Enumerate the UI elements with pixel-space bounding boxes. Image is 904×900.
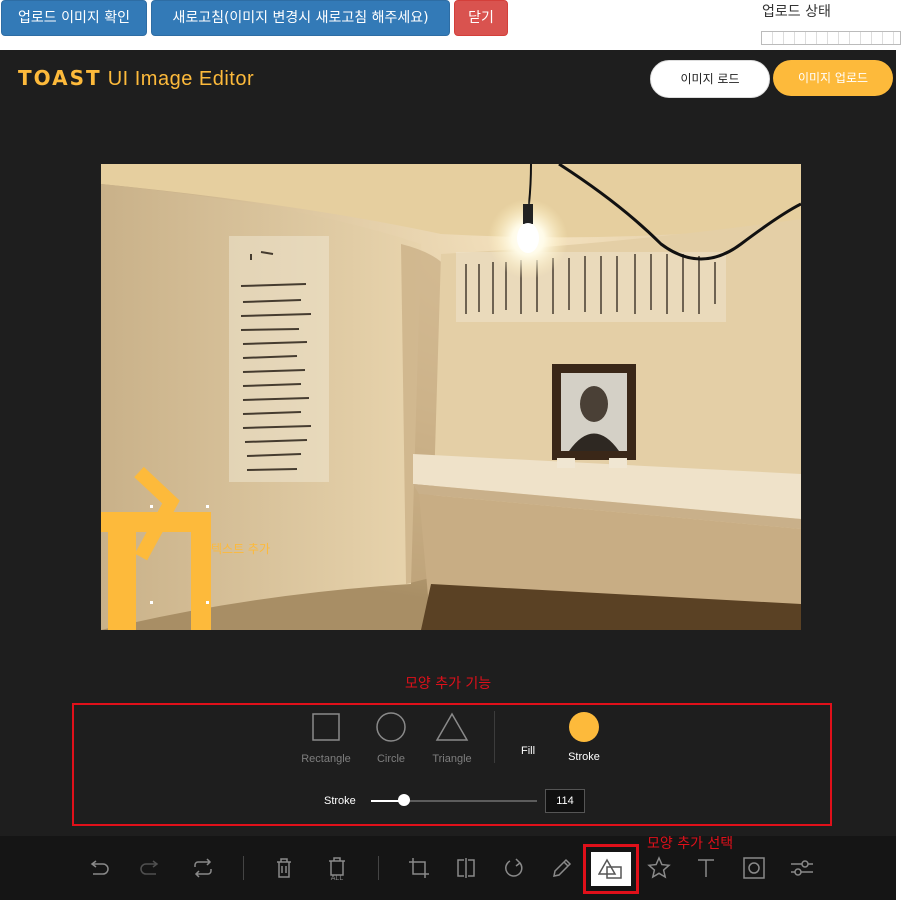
text-icon (698, 859, 714, 877)
toolbar-divider (243, 856, 244, 880)
shape-rectangle-button[interactable]: Rectangle (291, 711, 361, 765)
rotate-button[interactable] (498, 852, 530, 884)
image-editor: TOAST UI Image Editor 이미지 로드 이미지 업로드 텍스트… (0, 50, 896, 900)
svg-text:ALL: ALL (331, 875, 344, 881)
redo-icon (140, 860, 159, 875)
stroke-width-label: Stroke (324, 795, 356, 807)
stroke-color-picker[interactable]: Stroke (568, 711, 600, 763)
stroke-width-input[interactable]: 114 (545, 789, 585, 813)
shape-feature-label: 모양 추가 기능 (405, 676, 492, 692)
stroke-width-slider[interactable] (371, 800, 537, 802)
toolbar-divider (378, 856, 379, 880)
filter-button[interactable] (786, 852, 818, 884)
fill-color-picker[interactable]: Fill (521, 745, 535, 757)
undo-button[interactable] (83, 852, 115, 884)
crop-icon (409, 858, 429, 878)
shape-triangle-button[interactable]: Triangle (417, 711, 487, 765)
stroke-label: Stroke (568, 751, 600, 763)
divider (494, 711, 495, 763)
room-photo (101, 164, 801, 630)
undo-icon (90, 860, 109, 875)
circle-label: Circle (376, 753, 406, 765)
text-button[interactable] (690, 852, 722, 884)
delete-button[interactable] (268, 852, 300, 884)
redo-button[interactable] (134, 852, 166, 884)
shape-circle-button[interactable]: Circle (356, 711, 426, 765)
flip-icon (457, 858, 475, 878)
reset-icon (194, 858, 212, 878)
selection-handle[interactable] (150, 505, 153, 508)
check-uploaded-image-button[interactable]: 업로드 이미지 확인 (1, 0, 147, 36)
fill-label: Fill (521, 745, 536, 757)
stroke-color-swatch (569, 712, 599, 742)
upload-status-label: 업로드 상태 (762, 4, 831, 20)
selection-handle[interactable] (206, 601, 209, 604)
shape-tool-active (591, 852, 631, 886)
draw-icon (553, 858, 572, 877)
upload-progress-bar (761, 31, 901, 45)
delete-icon (277, 858, 291, 878)
slider-thumb[interactable] (398, 794, 410, 806)
draw-button[interactable] (546, 852, 578, 884)
circle-icon (376, 712, 406, 742)
star-icon (647, 856, 671, 879)
image-canvas[interactable]: 텍스트 추가 (101, 164, 801, 630)
rotate-icon (505, 858, 523, 877)
canvas-text-object[interactable]: 텍스트 추가 (211, 540, 270, 557)
delete-all-icon: ALL (329, 857, 345, 881)
top-bar: 업로드 이미지 확인 새로고침(이미지 변경시 새로고침 해주세요) 닫기 업로… (0, 0, 904, 50)
main-toolbar: ALL (0, 836, 896, 900)
selection-handle[interactable] (206, 505, 209, 508)
shape-icon (598, 858, 622, 879)
delete-all-button[interactable]: ALL (321, 852, 353, 884)
flip-button[interactable] (450, 852, 482, 884)
triangle-label: Triangle (432, 753, 472, 765)
logo: TOAST UI Image Editor (18, 66, 255, 90)
selection-handle[interactable] (150, 601, 153, 604)
shape-tool-button[interactable] (583, 844, 639, 894)
icon-button[interactable] (643, 852, 675, 884)
triangle-icon (435, 712, 469, 741)
rectangle-label: Rectangle (301, 753, 351, 765)
close-button[interactable]: 닫기 (454, 0, 508, 36)
filter-icon (791, 860, 813, 876)
refresh-button[interactable]: 새로고침(이미지 변경시 새로고침 해주세요) (151, 0, 450, 36)
reset-button[interactable] (187, 852, 219, 884)
shape-select-label: 모양 추가 선택 (647, 836, 734, 852)
crop-button[interactable] (403, 852, 435, 884)
shape-submenu: Rectangle Circle Triangle Fill Stroke St… (72, 703, 832, 826)
mask-icon (743, 857, 765, 879)
mask-button[interactable] (738, 852, 770, 884)
upload-image-button[interactable]: 이미지 업로드 (773, 60, 893, 96)
right-strip (896, 50, 904, 900)
load-image-button[interactable]: 이미지 로드 (650, 60, 770, 98)
rectangle-icon (312, 713, 340, 741)
